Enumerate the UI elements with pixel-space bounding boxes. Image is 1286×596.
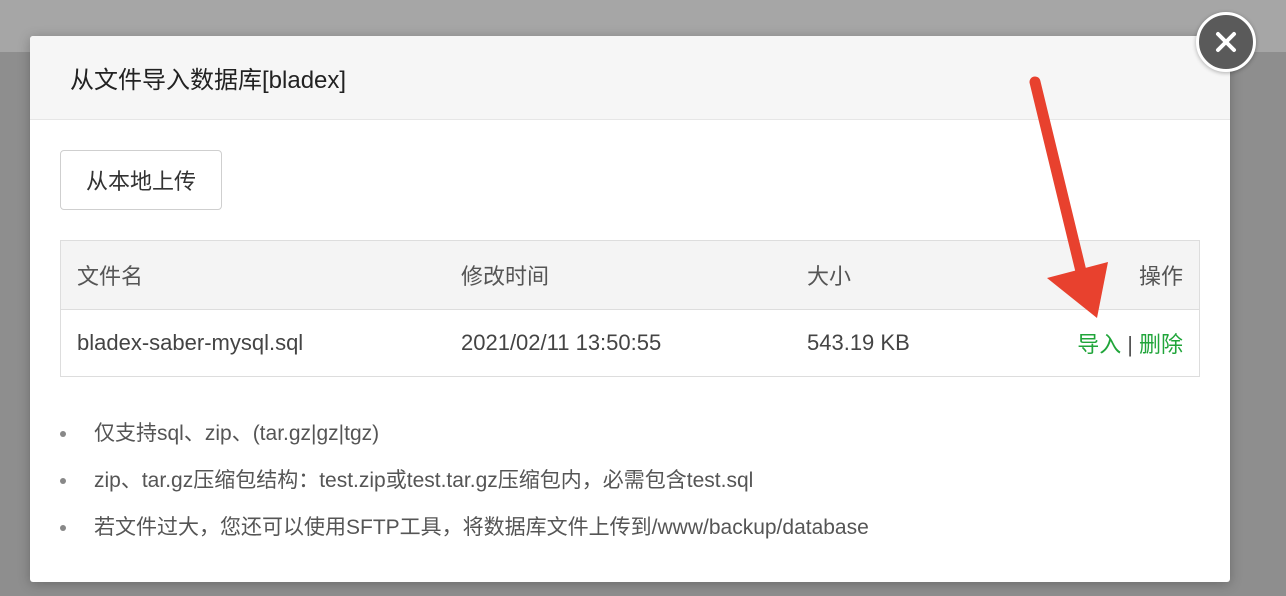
file-table: 文件名 修改时间 大小 操作 bladex-saber-mysql.sql 20… (60, 240, 1200, 377)
delete-link[interactable]: 删除 (1139, 332, 1183, 357)
header-operations: 操作 (1138, 264, 1183, 289)
header-size: 大小 (807, 264, 852, 289)
cell-modified-time: 2021/02/11 13:50:55 (461, 330, 662, 355)
help-notes: 仅支持sql、zip、(tar.gz|gz|tgz) zip、tar.gz压缩包… (60, 410, 869, 551)
bullet-icon (60, 478, 66, 484)
close-button[interactable] (1196, 12, 1256, 72)
list-item: zip、tar.gz压缩包结构：test.zip或test.tar.gz压缩包内… (60, 457, 869, 504)
note-text: 仅支持sql、zip、(tar.gz|gz|tgz) (94, 422, 380, 445)
cell-size: 543.19 KB (807, 330, 910, 355)
bullet-icon (60, 525, 66, 531)
import-link[interactable]: 导入 (1077, 332, 1121, 357)
upload-local-button[interactable]: 从本地上传 (60, 150, 222, 210)
header-modified-time: 修改时间 (461, 264, 550, 289)
cell-filename: bladex-saber-mysql.sql (77, 330, 304, 355)
ops-separator: | (1127, 332, 1133, 357)
close-icon (1216, 32, 1236, 52)
table-header: 文件名 修改时间 大小 操作 (61, 241, 1199, 310)
dialog-title: 从文件导入数据库[bladex] (70, 67, 347, 94)
note-text: zip、tar.gz压缩包结构：test.zip或test.tar.gz压缩包内… (94, 469, 754, 492)
import-database-dialog: 从文件导入数据库[bladex] 从本地上传 文件名 修改时间 大小 操作 bl… (30, 36, 1230, 582)
list-item: 若文件过大，您还可以使用SFTP工具，将数据库文件上传到/www/backup/… (60, 504, 869, 551)
dialog-header: 从文件导入数据库[bladex] (30, 36, 1230, 120)
table-row: bladex-saber-mysql.sql 2021/02/11 13:50:… (61, 310, 1199, 376)
header-filename: 文件名 (77, 264, 144, 289)
cell-operations: 导入 | 删除 (1077, 327, 1183, 359)
note-text: 若文件过大，您还可以使用SFTP工具，将数据库文件上传到/www/backup/… (94, 516, 869, 539)
bullet-icon (60, 431, 66, 437)
list-item: 仅支持sql、zip、(tar.gz|gz|tgz) (60, 410, 869, 457)
